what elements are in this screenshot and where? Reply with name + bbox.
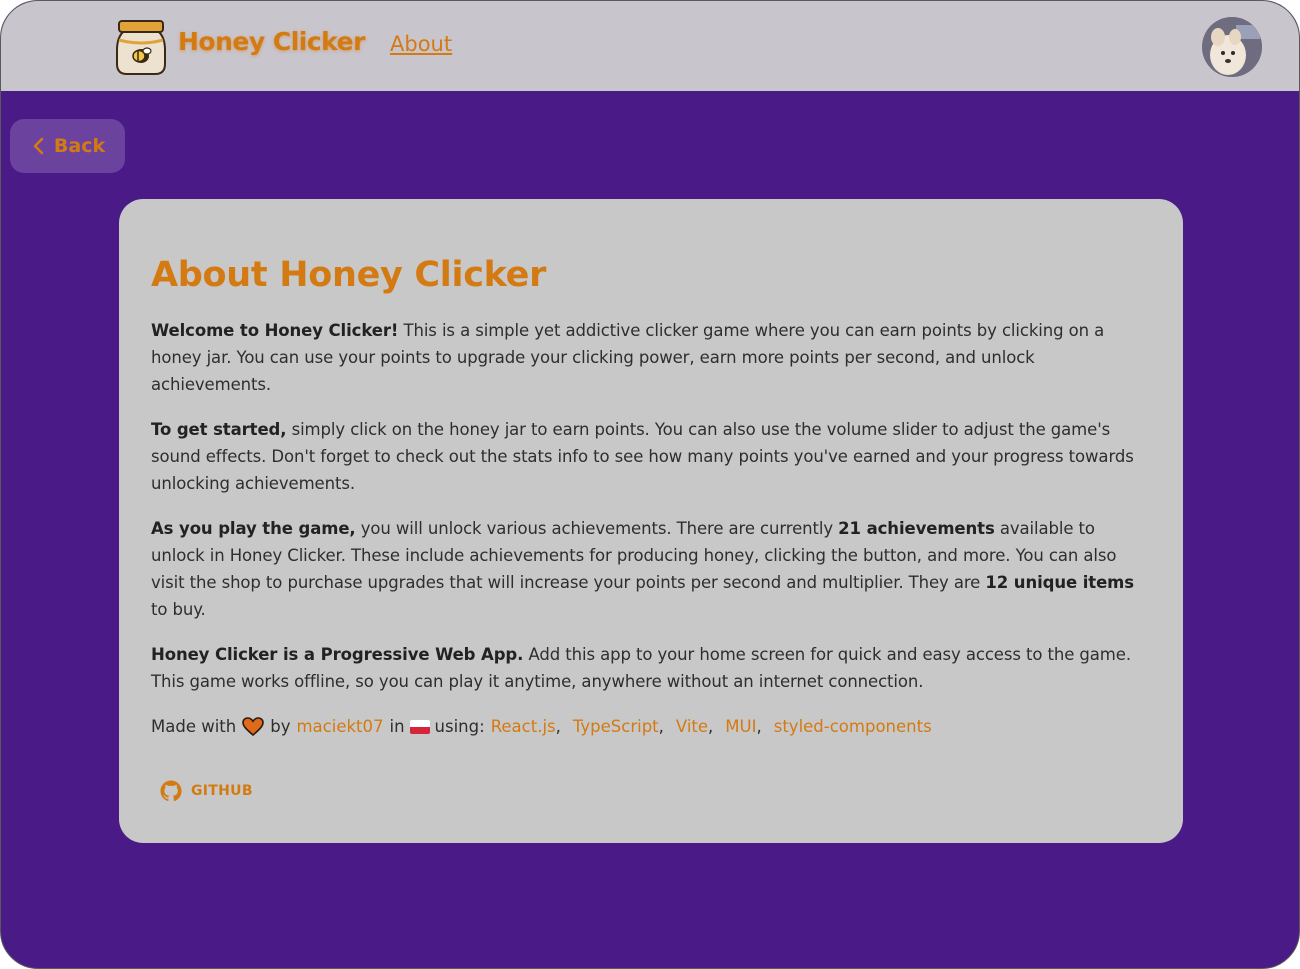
achievements-bold-1: As you play the game, (151, 519, 356, 538)
nav-link-about[interactable]: About (390, 32, 452, 56)
github-label: GITHUB (191, 783, 253, 799)
pwa-bold: Honey Clicker is a Progressive Web App. (151, 645, 524, 664)
poland-flag-icon (409, 719, 430, 734)
honey-jar-bee-icon[interactable] (114, 18, 168, 76)
author-link[interactable]: maciekt07 (296, 713, 383, 740)
separator: , (708, 717, 714, 736)
paragraph-get-started: To get started, simply click on the hone… (151, 416, 1151, 497)
app-frame: Honey Clicker About Back About Honey Cli… (0, 0, 1300, 969)
made-with-line: Made with by maciekt07 in using: React.j… (151, 713, 1151, 740)
chevron-left-icon (33, 137, 44, 155)
welcome-bold: Welcome to Honey Clicker! (151, 321, 399, 340)
by-label: by (270, 717, 291, 736)
paragraph-pwa: Honey Clicker is a Progressive Web App. … (151, 641, 1151, 695)
page-title: About Honey Clicker (151, 255, 547, 295)
heart-icon (242, 716, 265, 736)
github-icon (160, 780, 182, 802)
tech-link-mui[interactable]: MUI (725, 713, 756, 740)
in-label: in (389, 717, 405, 736)
back-button-label: Back (53, 135, 106, 157)
github-button[interactable]: GITHUB (159, 779, 253, 803)
about-card: About Honey Clicker Welcome to Honey Cli… (119, 199, 1183, 843)
items-count: 12 unique items (985, 573, 1134, 592)
avatar-photo-icon (1202, 17, 1262, 77)
separator: , (658, 717, 664, 736)
paragraph-welcome: Welcome to Honey Clicker! This is a simp… (151, 317, 1151, 398)
separator: , (756, 717, 762, 736)
tech-link-react[interactable]: React.js (491, 713, 556, 740)
made-with-label: Made with (151, 717, 237, 736)
back-button[interactable]: Back (10, 119, 125, 173)
user-avatar[interactable] (1202, 17, 1262, 77)
achievements-count: 21 achievements (838, 519, 995, 538)
using-label: using: (434, 717, 485, 736)
tech-link-vite[interactable]: Vite (676, 713, 708, 740)
app-title[interactable]: Honey Clicker (178, 27, 365, 56)
get-started-bold: To get started, (151, 420, 287, 439)
top-bar: Honey Clicker About (1, 1, 1299, 91)
paragraph-achievements: As you play the game, you will unlock va… (151, 515, 1151, 623)
tech-link-styled-components[interactable]: styled-components (774, 713, 932, 740)
tech-link-typescript[interactable]: TypeScript (573, 713, 659, 740)
separator: , (555, 717, 561, 736)
get-started-text: simply click on the honey jar to earn po… (151, 420, 1134, 493)
achievements-text-1: you will unlock various achievements. Th… (355, 519, 839, 538)
achievements-text-3: to buy. (151, 600, 206, 619)
